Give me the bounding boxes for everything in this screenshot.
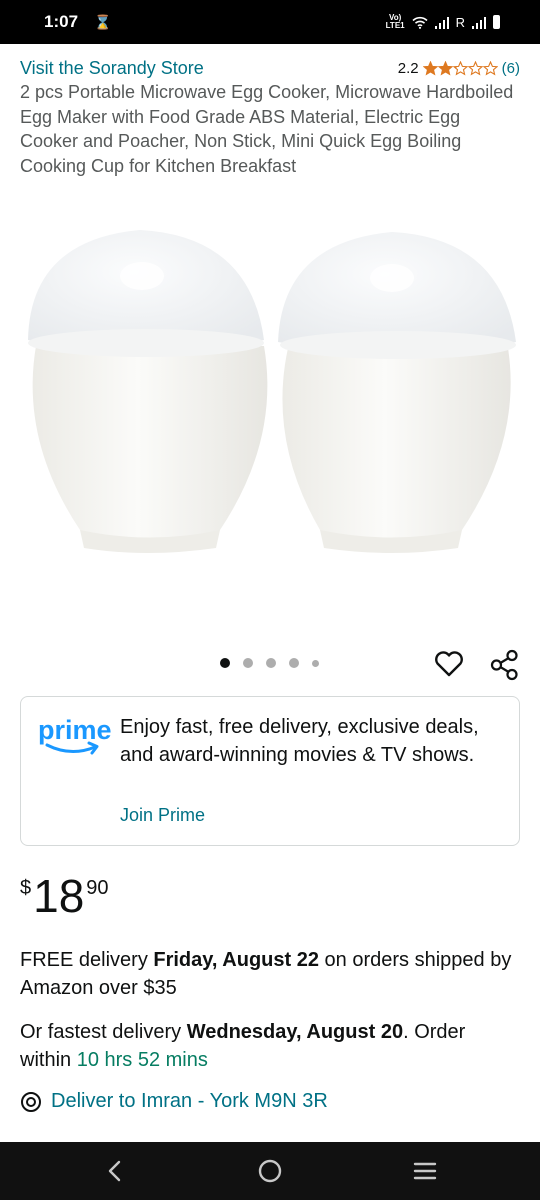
visit-store-link[interactable]: Visit the Sorandy Store — [20, 58, 204, 79]
pagination-dot[interactable] — [220, 658, 230, 668]
price-whole: 18 — [33, 870, 85, 922]
rating-stars — [422, 60, 498, 76]
delivery-countdown: 10 hrs 52 mins — [76, 1049, 208, 1071]
heart-icon[interactable] — [433, 648, 465, 680]
product-image[interactable] — [0, 200, 540, 620]
pagination-dot[interactable] — [266, 658, 276, 668]
signal-icon-2 — [472, 16, 486, 29]
product-title: 2 pcs Portable Microwave Egg Cooker, Mic… — [20, 82, 514, 176]
battery-icon — [493, 15, 500, 29]
back-icon[interactable] — [100, 1156, 130, 1186]
hourglass-icon: ⌛ — [94, 13, 112, 30]
location-pin-icon — [21, 1091, 41, 1112]
volte-icon: Vo) LTE1 — [385, 13, 405, 30]
free-delivery-message: FREE delivery Friday, August 22 on order… — [20, 946, 520, 1002]
deliver-to-link[interactable]: Deliver to Imran - York M9N 3R — [20, 1090, 328, 1113]
star-icon — [422, 60, 438, 76]
image-pagination[interactable] — [220, 658, 319, 668]
prime-promo-card: prime Enjoy fast, free delivery, exclusi… — [20, 696, 520, 846]
signal-icon — [434, 16, 449, 29]
fastest-delivery-message: Or fastest delivery Wednesday, August 20… — [20, 1018, 520, 1074]
star-icon — [437, 60, 453, 76]
wifi-icon — [412, 16, 428, 29]
star-icon — [452, 60, 468, 76]
price: $ 18 90 — [20, 868, 109, 924]
status-icons: Vo) LTE1 R — [386, 14, 500, 30]
menu-icon[interactable] — [410, 1156, 440, 1186]
deliver-to-text: Deliver to Imran - York M9N 3R — [51, 1090, 328, 1112]
fastest-delivery-prefix: Or fastest delivery — [20, 1021, 187, 1043]
rating-value: 2.2 — [397, 59, 419, 77]
star-icon — [482, 60, 498, 76]
free-delivery-prefix: FREE delivery — [20, 949, 154, 971]
roaming-label: R — [455, 14, 465, 30]
egg-cooker-right — [278, 232, 516, 553]
rating-summary[interactable]: 2.2 (6) — [398, 60, 520, 77]
store-row: Visit the Sorandy Store 2.2 (6) — [20, 55, 520, 81]
prime-logo: prime — [38, 715, 111, 755]
free-delivery-date: Friday, August 22 — [153, 949, 319, 971]
system-nav-bar — [0, 1142, 540, 1200]
prime-promo-text: Enjoy fast, free delivery, exclusive dea… — [120, 716, 479, 766]
price-symbol: $ — [20, 877, 32, 899]
rating-count[interactable]: (6) — [502, 60, 520, 77]
status-bar: 1:07 ⌛ Vo) LTE1 R — [0, 0, 540, 44]
egg-cooker-left — [28, 230, 268, 553]
pagination-dot[interactable] — [312, 659, 319, 667]
pagination-dot[interactable] — [289, 658, 299, 668]
pagination-dot[interactable] — [243, 658, 253, 668]
svg-text:prime: prime — [38, 715, 111, 745]
price-fraction: 90 — [86, 877, 109, 899]
status-time: 1:07 — [44, 12, 79, 31]
home-icon[interactable] — [255, 1156, 285, 1186]
join-prime-link[interactable]: Join Prime — [120, 805, 205, 826]
star-icon — [467, 60, 483, 76]
fastest-delivery-date: Wednesday, August 20 — [186, 1021, 404, 1043]
share-icon[interactable] — [488, 648, 522, 682]
